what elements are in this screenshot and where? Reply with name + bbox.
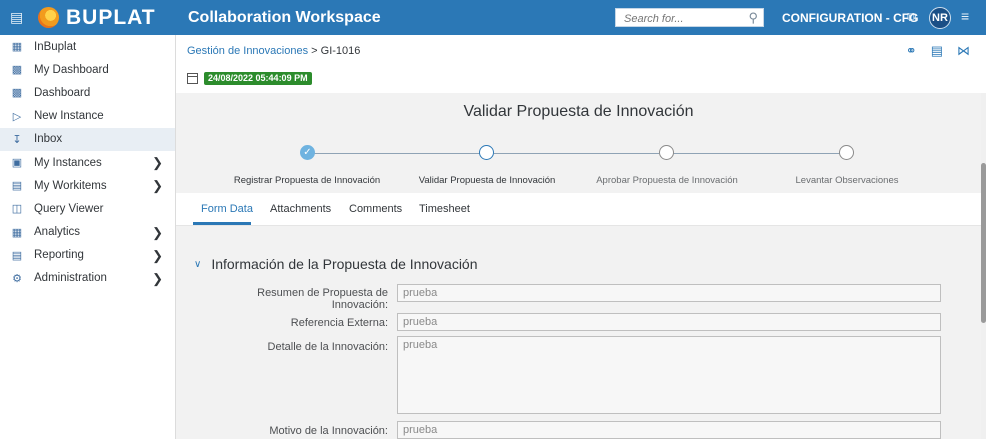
sidebar-item-label: My Dashboard <box>34 63 109 76</box>
sidebar-item-analytics[interactable]: ▦ Analytics ❯ <box>0 221 175 244</box>
step-label: Registrar Propuesta de Innovación <box>233 175 381 186</box>
dashboard-icon: ▩ <box>11 64 23 77</box>
resumen-label-line2: Innovación: <box>331 299 388 311</box>
layers-icon[interactable]: ≡ <box>961 8 969 24</box>
step-connector <box>314 153 486 154</box>
hierarchy-icon[interactable]: ⋈ <box>957 43 970 59</box>
sidebar-item-new-instance[interactable]: ▷ New Instance <box>0 105 175 128</box>
chevron-right-icon: ❯ <box>152 270 163 286</box>
search-icon[interactable]: ⚲ <box>748 10 758 26</box>
buplat-logo <box>38 7 59 28</box>
step-pending-icon[interactable] <box>839 145 854 160</box>
dashboard-icon: ▩ <box>11 87 23 100</box>
chevron-right-icon: ❯ <box>152 178 163 194</box>
menu-icon[interactable]: ▤ <box>10 10 23 24</box>
sidebar-item-label: InBuplat <box>34 40 77 53</box>
tab-attachments[interactable]: Attachments <box>270 203 331 215</box>
tab-comments[interactable]: Comments <box>349 203 402 215</box>
chevron-down-icon[interactable]: ∨ <box>194 259 201 270</box>
resumen-label-line1: Resumen de Propuesta de <box>257 287 388 299</box>
header-area: Gestión de Innovaciones > GI-1016 ⚭ ▤ ⋈ … <box>176 35 986 93</box>
active-tab-indicator <box>193 222 251 225</box>
step-done-icon[interactable]: ✓ <box>300 145 315 160</box>
sidebar-item-label: My Workitems <box>34 179 107 192</box>
calendar-icon <box>187 73 198 84</box>
workitems-icon: ▤ <box>11 180 23 193</box>
play-plus-icon: ▷ <box>12 110 22 123</box>
search-input[interactable] <box>622 10 746 28</box>
timestamp-badge: 24/08/2022 05:44:09 PM <box>204 72 312 85</box>
sidebar-item-query-viewer[interactable]: ◫ Query Viewer <box>0 197 175 220</box>
breadcrumb-current: GI-1016 <box>320 45 361 57</box>
header-actions: ⚭ ▤ ⋈ <box>906 43 970 59</box>
sidebar-item-my-instances[interactable]: ▣ My Instances ❯ <box>0 151 175 174</box>
sidebar-item-label: Query Viewer <box>34 202 104 215</box>
sidebar-item-label: Reporting <box>34 249 84 262</box>
sidebar-item-label: New Instance <box>34 110 104 123</box>
admin-gear-icon: ⚙ <box>12 272 22 285</box>
sidebar: ▦ InBuplat ▩ My Dashboard ▩ Dashboard ▷ … <box>0 35 176 439</box>
chevron-right-icon: ❯ <box>152 247 163 263</box>
sidebar-item-reporting[interactable]: ▤ Reporting ❯ <box>0 244 175 267</box>
document-icon[interactable]: ▤ <box>931 43 943 59</box>
form-content: Validar Propuesta de Innovación ✓ Regist… <box>176 93 981 439</box>
motivo-field[interactable]: prueba <box>397 421 941 439</box>
resumen-field[interactable]: prueba <box>397 284 941 302</box>
step-connector <box>667 153 840 154</box>
breadcrumb: Gestión de Innovaciones > GI-1016 <box>187 45 360 57</box>
sidebar-item-dashboard[interactable]: ▩ Dashboard <box>0 81 175 104</box>
instances-icon: ▣ <box>11 157 23 170</box>
resumen-label: Resumen de Propuesta de Innovación: <box>188 287 388 311</box>
avatar[interactable]: NR <box>929 7 951 29</box>
step-label: Levantar Observaciones <box>795 175 899 186</box>
detalle-field[interactable]: prueba <box>397 336 941 414</box>
sidebar-item-inbuplat[interactable]: ▦ InBuplat <box>0 35 175 58</box>
timestamp-row: 24/08/2022 05:44:09 PM <box>187 72 312 85</box>
brand-name: BUPLAT <box>66 6 156 29</box>
sidebar-item-label: Analytics <box>34 226 81 239</box>
configuration-label[interactable]: CONFIGURATION - CFG <box>782 11 918 25</box>
sidebar-item-label: Dashboard <box>34 86 91 99</box>
search-box[interactable]: ⚲ <box>615 8 764 28</box>
inbox-download-icon: ↧ <box>12 133 22 146</box>
tab-timesheet[interactable]: Timesheet <box>419 203 470 215</box>
step-current-icon[interactable] <box>479 145 494 160</box>
referencia-field[interactable]: prueba <box>397 313 941 331</box>
chevron-right-icon: ❯ <box>152 224 163 240</box>
top-bar: ▤ BUPLAT Collaboration Workspace ⚲ CONFI… <box>0 0 986 35</box>
scrollbar-thumb[interactable] <box>981 163 986 323</box>
page-title: Validar Propuesta de Innovación <box>463 103 694 120</box>
tab-bar: Form Data Attachments Comments Timesheet <box>176 193 981 226</box>
sidebar-item-administration[interactable]: ⚙ Administration ❯ <box>0 267 175 290</box>
step-pending-icon[interactable] <box>659 145 674 160</box>
step-connector <box>494 153 659 154</box>
breadcrumb-separator: > <box>311 45 318 57</box>
sidebar-item-my-workitems[interactable]: ▤ My Workitems ❯ <box>0 174 175 197</box>
chevron-right-icon: ❯ <box>152 154 163 170</box>
main-area: Gestión de Innovaciones > GI-1016 ⚭ ▤ ⋈ … <box>176 35 986 439</box>
unlock-icon[interactable]: ⚭ <box>906 43 917 59</box>
tab-form-data[interactable]: Form Data <box>201 203 253 215</box>
detalle-label: Detalle de la Innovación: <box>267 341 388 353</box>
sidebar-item-label: Inbox <box>34 133 63 146</box>
sidebar-item-label: My Instances <box>34 156 102 169</box>
query-icon: ◫ <box>11 203 23 216</box>
sidebar-item-inbox[interactable]: ↧ Inbox <box>0 127 175 151</box>
sidebar-item-label: Administration <box>34 272 107 285</box>
section-header[interactable]: ∨ Información de la Propuesta de Innovac… <box>194 256 478 272</box>
step-label: Aprobar Propuesta de Innovación <box>596 175 738 186</box>
reporting-icon: ▤ <box>11 249 23 262</box>
notification-icon[interactable]: ⧉ <box>907 9 916 25</box>
app-title: Collaboration Workspace <box>188 9 381 26</box>
scrollbar[interactable] <box>981 93 986 439</box>
referencia-label: Referencia Externa: <box>290 317 388 329</box>
step-label: Validar Propuesta de Innovación <box>418 175 556 186</box>
section-title: Información de la Propuesta de Innovació… <box>211 256 478 272</box>
building-icon: ▦ <box>11 41 23 54</box>
analytics-icon: ▦ <box>11 226 23 239</box>
motivo-label: Motivo de la Innovación: <box>269 425 388 437</box>
breadcrumb-link[interactable]: Gestión de Innovaciones <box>187 45 308 57</box>
sidebar-item-my-dashboard[interactable]: ▩ My Dashboard <box>0 58 175 81</box>
